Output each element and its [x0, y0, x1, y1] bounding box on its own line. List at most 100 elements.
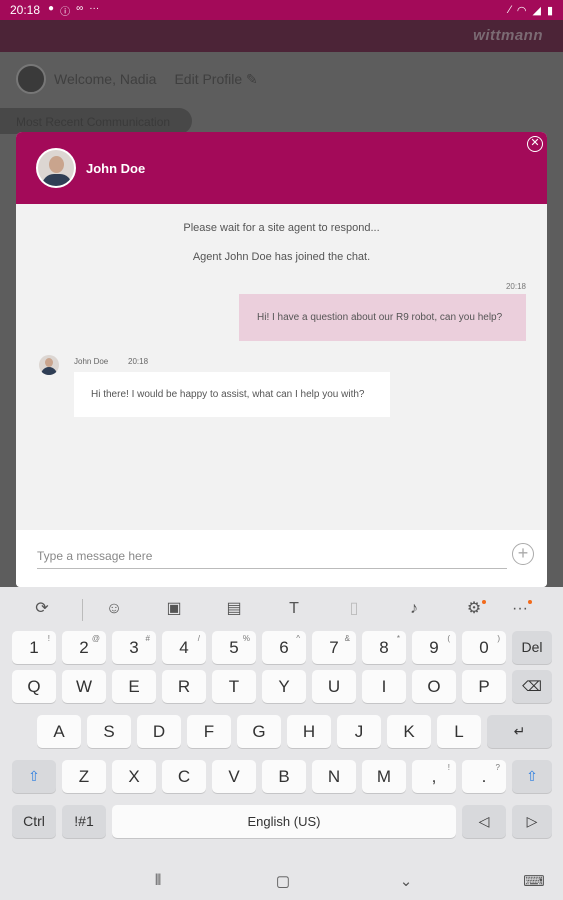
- key-n[interactable]: N: [312, 760, 356, 793]
- message-composer: +: [16, 530, 547, 587]
- agent-avatar: [36, 148, 76, 188]
- backspace-icon: ⌫: [522, 678, 542, 694]
- edit-profile-link[interactable]: Edit Profile ✎: [174, 71, 257, 88]
- welcome-text: Welcome, Nadia: [54, 71, 157, 87]
- key-cursor-right[interactable]: ▷: [512, 805, 552, 838]
- key-h[interactable]: H: [287, 715, 331, 748]
- system-message: Agent John Doe has joined the chat.: [192, 251, 371, 263]
- recent-communication-tab[interactable]: Most Recent Communication: [0, 108, 192, 134]
- chat-modal: John Doe ✕ Please wait for a site agent …: [16, 132, 547, 587]
- key-y[interactable]: Y: [262, 670, 306, 703]
- key-7[interactable]: 7 &: [312, 631, 356, 664]
- chevron-left-icon: ◁: [478, 813, 490, 829]
- shift-icon: ⇧: [28, 768, 40, 784]
- key-1[interactable]: 1!: [12, 631, 56, 664]
- key-shift-left[interactable]: ⇧: [12, 760, 56, 793]
- key-p[interactable]: P: [462, 670, 506, 703]
- outgoing-time: 20:18: [505, 282, 526, 291]
- key-j[interactable]: J: [337, 715, 381, 748]
- key-period[interactable]: .?: [462, 760, 506, 793]
- key-ctrl[interactable]: Ctrl: [12, 805, 56, 838]
- gif-icon[interactable]: ▤: [222, 599, 246, 619]
- app-bar: wittmann: [0, 20, 563, 52]
- key-w[interactable]: W: [62, 670, 106, 703]
- key-backspace[interactable]: ⌫: [512, 670, 552, 703]
- add-attachment-button[interactable]: +: [512, 543, 534, 565]
- key-s[interactable]: S: [87, 715, 131, 748]
- translate-icon[interactable]: ⟳: [30, 599, 54, 619]
- incoming-time: 20:18: [128, 357, 149, 366]
- key-5[interactable]: 5%: [212, 631, 256, 664]
- plus-icon: +: [517, 543, 529, 563]
- key-e[interactable]: E: [112, 670, 156, 703]
- pencil-icon: ✎: [246, 70, 258, 87]
- system-message: Please wait for a site agent to respond.…: [183, 222, 380, 234]
- key-delete[interactable]: Del: [512, 631, 552, 664]
- sticker-icon[interactable]: ▣: [162, 599, 186, 619]
- key-comma[interactable]: ,!: [412, 760, 456, 793]
- key-k[interactable]: K: [387, 715, 431, 748]
- key-2[interactable]: 2 @: [62, 631, 106, 664]
- emoji-icon[interactable]: ☺: [102, 599, 126, 619]
- shift-icon: ⇧: [526, 768, 538, 784]
- soft-keyboard: ⟳ ☺ ▣ ▤ T ▯ ♪ ⚙ ··· 1! 2 @ 3 # 4/ 5% 6 ^ 7 &…: [0, 587, 563, 900]
- chevron-down-icon[interactable]: ⌄: [391, 872, 421, 890]
- agent-name: John Doe: [86, 161, 146, 176]
- key-g[interactable]: G: [237, 715, 281, 748]
- key-o[interactable]: O: [412, 670, 456, 703]
- status-bar: 20:18 ● ⓘ ∞ ··· ⁄ ◠ ◢ ▮: [0, 0, 563, 20]
- microphone-icon[interactable]: ♪: [402, 599, 426, 619]
- recents-icon[interactable]: ⦀: [143, 872, 173, 889]
- android-icon: ●: [48, 2, 55, 14]
- key-symbols[interactable]: !#1: [62, 805, 106, 838]
- close-icon: ✕: [530, 137, 540, 149]
- key-0[interactable]: 0): [462, 631, 506, 664]
- key-l[interactable]: L: [437, 715, 481, 748]
- key-b[interactable]: B: [262, 760, 306, 793]
- incoming-message: Hi there! I would be happy to assist, wh…: [74, 372, 390, 417]
- link-icon: ∞: [76, 2, 84, 14]
- key-4[interactable]: 4/: [162, 631, 206, 664]
- status-time: 20:18: [10, 3, 41, 17]
- key-3[interactable]: 3 #: [112, 631, 156, 664]
- key-space[interactable]: English (US): [112, 805, 456, 838]
- brand-logo: wittmann: [473, 27, 543, 44]
- wifi-icon: ◠: [516, 4, 527, 17]
- key-q[interactable]: Q: [12, 670, 56, 703]
- key-t[interactable]: T: [212, 670, 256, 703]
- key-9[interactable]: 9(: [412, 631, 456, 664]
- system-navigation-bar: ⦀ ▢ ⌄ ⌨: [0, 864, 563, 900]
- key-d[interactable]: D: [137, 715, 181, 748]
- welcome-row: Welcome, Nadia Edit Profile ✎: [16, 64, 258, 94]
- key-shift-right[interactable]: ⇧: [512, 760, 552, 793]
- key-enter[interactable]: ↵: [487, 715, 552, 748]
- key-z[interactable]: Z: [62, 760, 106, 793]
- chat-header: John Doe ✕: [16, 132, 547, 204]
- message-input[interactable]: [37, 543, 507, 569]
- key-6[interactable]: 6 ^: [262, 631, 306, 664]
- key-c[interactable]: C: [162, 760, 206, 793]
- mute-icon: ⁄: [509, 3, 511, 16]
- key-v[interactable]: V: [212, 760, 256, 793]
- key-a[interactable]: A: [37, 715, 81, 748]
- keyboard-toolbar: ⟳ ☺ ▣ ▤ T ▯ ♪ ⚙ ···: [0, 587, 563, 631]
- user-avatar: [16, 64, 46, 94]
- clipboard-icon[interactable]: ▯: [342, 599, 366, 619]
- text-style-icon[interactable]: T: [282, 599, 306, 619]
- agent-message-avatar: [39, 355, 59, 375]
- key-u[interactable]: U: [312, 670, 356, 703]
- key-m[interactable]: M: [362, 760, 406, 793]
- key-r[interactable]: R: [162, 670, 206, 703]
- key-x[interactable]: X: [112, 760, 156, 793]
- close-chat-button[interactable]: ✕: [527, 136, 543, 152]
- key-cursor-left[interactable]: ◁: [462, 805, 506, 838]
- key-8[interactable]: 8 *: [362, 631, 406, 664]
- chevron-right-icon: ▷: [526, 813, 538, 829]
- home-icon[interactable]: ▢: [268, 872, 298, 890]
- key-i[interactable]: I: [362, 670, 406, 703]
- enter-icon: ↵: [513, 723, 526, 739]
- outgoing-message: Hi! I have a question about our R9 robot…: [239, 294, 526, 341]
- key-f[interactable]: F: [187, 715, 231, 748]
- battery-icon: ▮: [546, 4, 553, 17]
- keyboard-icon[interactable]: ⌨: [519, 872, 549, 890]
